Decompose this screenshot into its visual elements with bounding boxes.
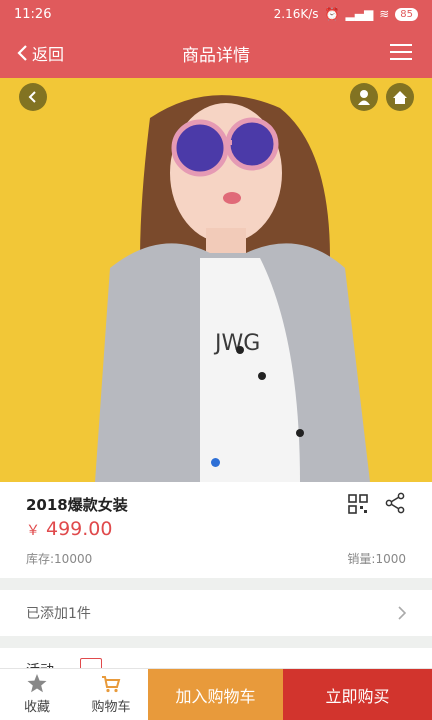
added-row[interactable]: 已添加1件 <box>0 590 432 636</box>
cart-icon <box>102 675 121 692</box>
product-photo: JWG <box>95 95 370 482</box>
add-to-cart-button[interactable]: 加入购物车 <box>148 669 283 720</box>
chevron-right-icon <box>398 606 406 620</box>
buy-now-button[interactable]: 立即购买 <box>283 669 432 720</box>
user-icon <box>358 90 370 105</box>
nav-bar: 返回 商品详情 <box>0 28 432 78</box>
share-icon[interactable] <box>384 492 406 514</box>
status-bar: 11:26 2.16K/s ⏰ ▂▄▆ ≋ 85 <box>0 0 432 28</box>
page-title: 商品详情 <box>182 45 250 66</box>
battery-icon: 85 <box>395 7 418 21</box>
bottom-bar: 收藏 购物车 加入购物车 立即购买 <box>0 668 432 720</box>
sales-count: 销量:1000 <box>347 552 406 566</box>
home-button[interactable] <box>386 83 414 111</box>
network-speed: 2.16K/s <box>273 7 319 21</box>
image-back-button[interactable] <box>19 83 47 111</box>
back-icon <box>17 45 27 61</box>
product-info: 2018爆款女装 ￥ 499.00 库存:10000 销量:1000 <box>0 482 432 578</box>
alarm-icon: ⏰ <box>324 7 340 21</box>
menu-icon <box>390 44 412 60</box>
product-price: ￥ 499.00 <box>26 518 112 540</box>
price-value: 499.00 <box>46 518 113 540</box>
stock-count: 库存:10000 <box>26 552 93 566</box>
menu-button[interactable] <box>390 42 412 66</box>
status-time: 11:26 <box>14 6 52 22</box>
added-label: 已添加1件 <box>26 606 91 622</box>
user-button[interactable] <box>350 83 378 111</box>
home-icon <box>393 90 407 104</box>
cart-button[interactable]: 购物车 <box>74 669 148 720</box>
product-title: 2018爆款女装 <box>26 496 128 514</box>
favorite-button[interactable]: 收藏 <box>0 669 74 720</box>
product-image[interactable]: JWG <box>0 78 432 482</box>
star-icon <box>27 674 47 693</box>
signal-icon: ▂▄▆ <box>345 7 374 21</box>
currency-symbol: ￥ <box>26 523 40 539</box>
wifi-icon: ≋ <box>379 7 390 21</box>
carousel-indicator <box>211 458 220 467</box>
qr-icon[interactable] <box>348 494 368 514</box>
chevron-left-icon <box>28 91 36 103</box>
favorite-label: 收藏 <box>23 700 50 715</box>
status-right: 2.16K/s ⏰ ▂▄▆ ≋ 85 <box>274 7 418 21</box>
back-button[interactable]: 返回 <box>16 41 64 65</box>
cart-label: 购物车 <box>91 699 131 715</box>
back-label: 返回 <box>32 45 65 64</box>
svg-text:JWG: JWG <box>213 331 260 356</box>
